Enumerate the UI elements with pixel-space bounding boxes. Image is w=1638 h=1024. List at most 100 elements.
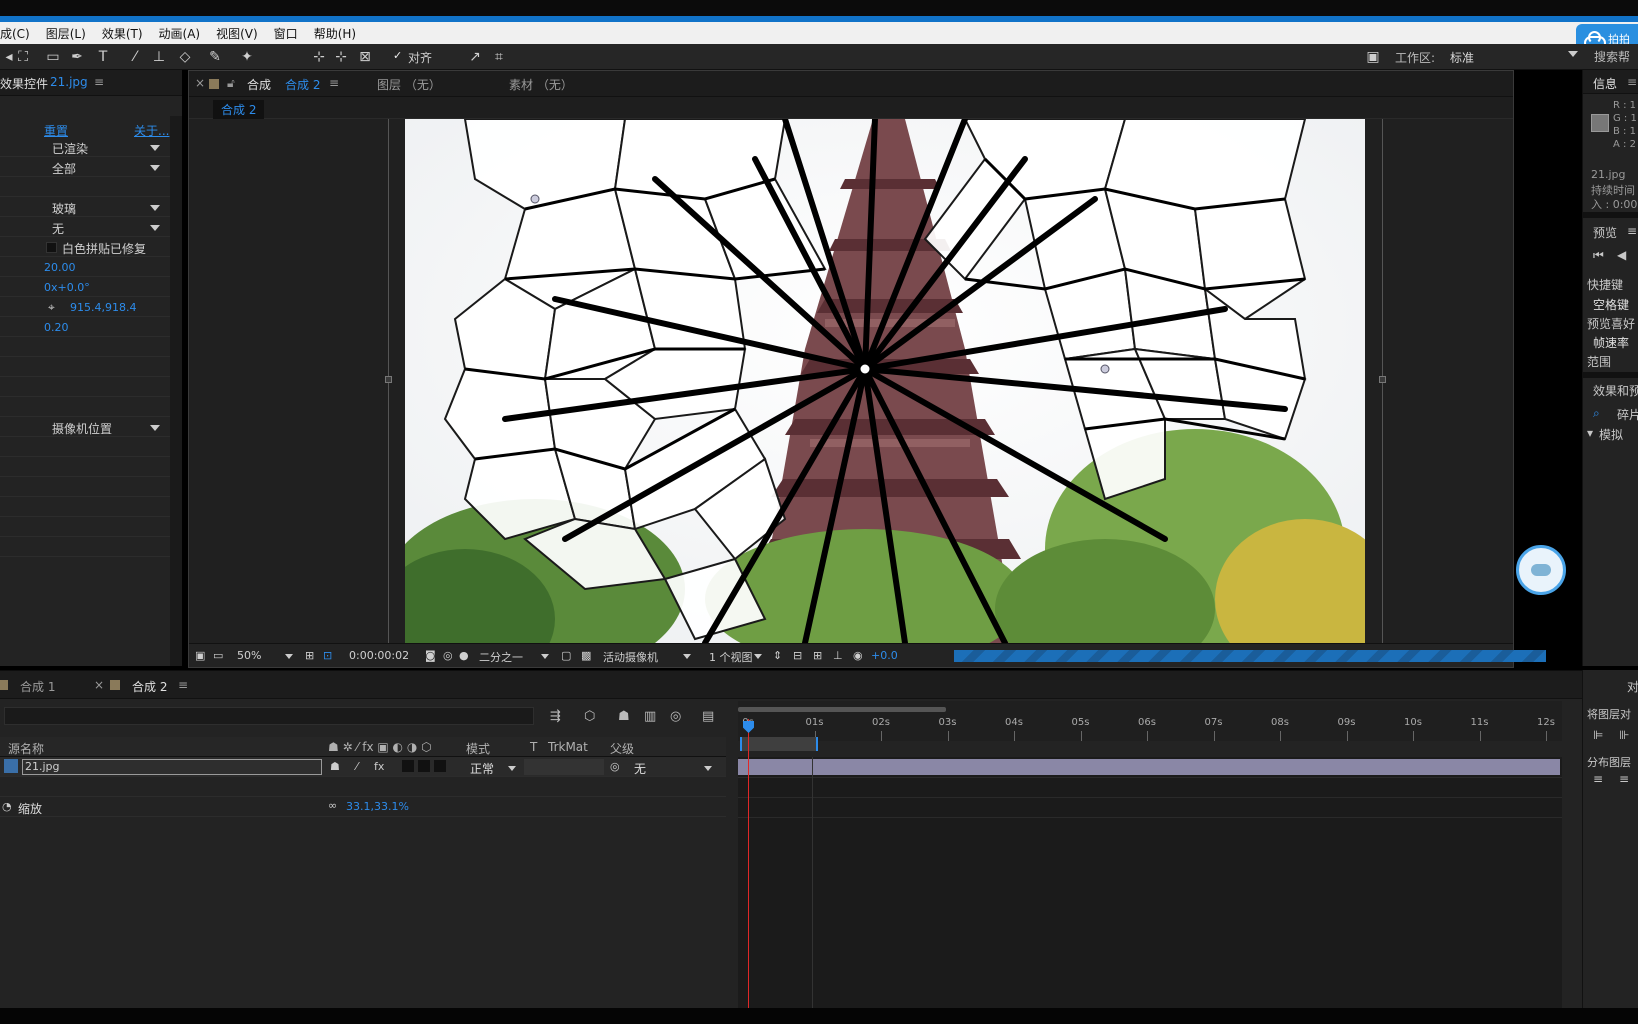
frame-blending-icon[interactable]: ▥ xyxy=(644,709,656,724)
region-of-interest-icon[interactable]: ▢ xyxy=(561,649,571,662)
chevron-down-icon[interactable] xyxy=(1568,51,1578,57)
menu-help[interactable]: 帮助(H) xyxy=(306,25,364,42)
resolution-select[interactable]: 二分之一 xyxy=(479,649,523,665)
effect-controls-scrollbar[interactable] xyxy=(170,116,182,666)
chevron-down-icon[interactable] xyxy=(150,425,160,431)
breadcrumb[interactable]: 合成 2 xyxy=(213,100,265,119)
always-preview-icon[interactable]: ▣ xyxy=(195,649,205,662)
menu-effect[interactable]: 效果(T) xyxy=(94,25,151,42)
shortcut-select[interactable]: 空格键 xyxy=(1593,296,1629,313)
effect-row-render[interactable]: 全部 xyxy=(0,158,170,177)
vr-icon[interactable]: ▣ xyxy=(1364,48,1382,66)
category-simulation[interactable]: 模拟 xyxy=(1599,426,1623,443)
chevron-down-icon[interactable] xyxy=(541,654,549,659)
crosshair-icon[interactable]: ⌖ xyxy=(48,300,55,315)
local-axis-icon[interactable]: ⊹ xyxy=(310,48,328,66)
first-frame-icon[interactable]: ⏮ xyxy=(1593,248,1604,263)
panel-menu-icon[interactable]: ≡ xyxy=(329,76,339,90)
chevron-down-icon[interactable] xyxy=(150,165,160,171)
effect-row-depth[interactable]: 0.20 xyxy=(0,318,170,337)
work-area-bar[interactable] xyxy=(738,707,946,712)
tab-footage[interactable]: 素材 （无） xyxy=(509,76,573,93)
flowchart-icon[interactable]: ⊥ xyxy=(833,649,843,662)
effect-row-pattern[interactable]: 玻璃 xyxy=(0,198,170,217)
column-mode[interactable]: 模式 xyxy=(466,740,490,757)
monitor-icon[interactable]: ▭ xyxy=(213,649,223,662)
snap-option-icon[interactable]: ↗ xyxy=(466,48,484,66)
menu-window[interactable]: 窗口 xyxy=(266,25,306,42)
switch-box[interactable] xyxy=(418,760,430,772)
panel-menu-icon[interactable]: ≡ xyxy=(178,678,188,692)
align-left-icon[interactable]: ⊫ xyxy=(1593,728,1603,742)
reset-link[interactable]: 重置 xyxy=(44,122,68,139)
tab-info[interactable]: 信息 xyxy=(1593,75,1617,92)
panel-menu-icon[interactable]: ≡ xyxy=(1627,75,1637,89)
about-link[interactable]: 关于... xyxy=(134,122,169,139)
distribute-center-icon[interactable]: ≡ xyxy=(1619,772,1629,786)
value-field[interactable]: 0x+0.0° xyxy=(44,281,90,294)
effect-row-camera-system[interactable]: 摄像机位置 xyxy=(0,418,170,437)
chevron-down-icon[interactable] xyxy=(754,654,762,659)
tab-composition-name[interactable]: 合成 2 xyxy=(285,76,320,93)
close-icon[interactable]: × xyxy=(94,678,104,692)
chevron-down-icon[interactable] xyxy=(683,654,691,659)
text-tool-icon[interactable]: T xyxy=(94,48,112,66)
puppet-pin-tool-icon[interactable]: ✦ xyxy=(238,48,256,66)
brush-tool-icon[interactable]: ⁄ xyxy=(126,48,144,66)
column-parent[interactable]: 父级 xyxy=(610,740,634,757)
panel-menu-icon[interactable]: ≡ xyxy=(1627,224,1637,238)
trkmat-select[interactable] xyxy=(524,759,604,775)
view-layout-select[interactable]: 1 个视图 xyxy=(709,649,753,665)
align-center-icon[interactable]: ⊪ xyxy=(1619,728,1629,742)
clone-stamp-tool-icon[interactable]: ⊥ xyxy=(150,48,168,66)
world-axis-icon[interactable]: ⊹ xyxy=(332,48,350,66)
effect-switch-icon[interactable]: fx xyxy=(374,760,384,773)
shy-layers-icon[interactable]: ☗ xyxy=(618,709,630,724)
draft-3d-icon[interactable]: ⬡ xyxy=(584,709,595,724)
layer-name-field[interactable]: 21.jpg xyxy=(22,759,322,775)
tab-composition-prefix[interactable]: 合成 xyxy=(247,76,271,93)
channel-icon[interactable]: ● xyxy=(459,649,469,662)
effect-row-repetitions[interactable]: 20.00 xyxy=(0,258,170,277)
tab-comp-1[interactable]: 合成 1 xyxy=(20,678,55,695)
comp-mini-flowchart-icon[interactable]: ⇶ xyxy=(550,709,561,724)
pick-whip-icon[interactable]: ◎ xyxy=(610,760,620,773)
graph-editor-icon[interactable]: ▤ xyxy=(702,709,714,724)
tab-effect-controls[interactable]: 效果控件 xyxy=(0,75,48,92)
workspace-select[interactable]: 标准 xyxy=(1450,49,1474,66)
table-row[interactable]: ◔ 缩放 ∞ 33.1,33.1% xyxy=(0,797,726,817)
tab-align[interactable]: 对 xyxy=(1627,678,1638,695)
layer-handle[interactable] xyxy=(385,376,392,383)
parent-select[interactable]: 无 xyxy=(634,760,646,777)
zoom-select[interactable]: 50% xyxy=(237,649,261,662)
menu-animation[interactable]: 动画(A) xyxy=(151,25,209,42)
table-row[interactable]: 21.jpg ☗ ⁄ fx 正常 ◎ 无 xyxy=(0,757,726,777)
value-field[interactable]: 0.20 xyxy=(44,321,69,334)
layer-handle[interactable] xyxy=(1379,376,1386,383)
toggle-pixel-aspect-icon[interactable]: ⇕ xyxy=(773,649,782,662)
column-source-name[interactable]: 源名称 xyxy=(8,740,44,757)
chevron-down-icon[interactable] xyxy=(150,205,160,211)
column-trkmat[interactable]: TrkMat xyxy=(548,740,588,754)
lock-icon[interactable]: 🔓︎ xyxy=(227,76,235,91)
distribute-top-icon[interactable]: ≡ xyxy=(1593,772,1603,786)
rectangle-tool-icon[interactable]: ▭ xyxy=(44,48,62,66)
blend-mode-select[interactable]: 正常 xyxy=(470,760,494,777)
chevron-down-icon[interactable] xyxy=(150,225,160,231)
effects-search-input[interactable]: 碎片 xyxy=(1617,406,1638,423)
timecode-display[interactable]: 0:00:00:02 xyxy=(349,649,409,662)
pen-tool-icon[interactable]: ✒ xyxy=(68,48,86,66)
effect-row-white-tiles[interactable]: 白色拼贴已修复 xyxy=(0,238,170,257)
menu-composition[interactable]: 成(C) xyxy=(0,25,38,42)
view-axis-icon[interactable]: ⊠ xyxy=(356,48,374,66)
composition-canvas[interactable] xyxy=(405,119,1365,643)
effect-row-view[interactable]: 已渲染 xyxy=(0,138,170,157)
effect-row-origin[interactable]: ⌖ 915.4,918.4 xyxy=(0,298,170,317)
timeline-icon[interactable]: ⊞ xyxy=(813,649,822,662)
tab-preview[interactable]: 预览 xyxy=(1593,224,1617,241)
chevron-down-icon[interactable] xyxy=(704,766,712,771)
chevron-down-icon[interactable] xyxy=(150,145,160,151)
assistant-avatar[interactable] xyxy=(1516,545,1566,595)
motion-blur-icon[interactable]: ◎ xyxy=(670,709,681,724)
timeline-search-input[interactable] xyxy=(4,707,534,725)
